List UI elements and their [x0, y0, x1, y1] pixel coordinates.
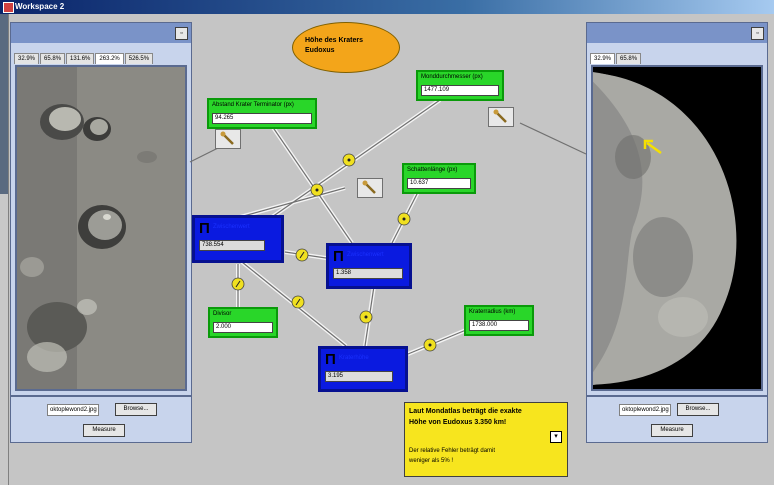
- input-value-field[interactable]: 1738.000: [469, 320, 529, 331]
- title-line-2: Eudoxus: [305, 47, 335, 54]
- download-icon[interactable]: ▾: [550, 431, 562, 443]
- formula-icon: Π: [333, 248, 344, 265]
- input-value-field[interactable]: 10.637: [407, 178, 471, 189]
- note-line-4: weniger als 5% !: [409, 458, 454, 464]
- result-box-2[interactable]: Π Zwischenwert 1.358: [326, 243, 412, 289]
- formula-icon: Π: [325, 351, 336, 368]
- title-ellipse: Höhe des Kraters Eudoxus: [292, 22, 400, 73]
- result-label: Zwischenwert: [213, 224, 250, 230]
- measure-tool-icon[interactable]: [357, 178, 383, 198]
- input-monddurchmesser[interactable]: Monddurchmesser (px) 1477.109: [416, 70, 504, 101]
- result-label: Kraterhöhe: [339, 355, 369, 361]
- input-value-field[interactable]: 1477.109: [421, 85, 499, 96]
- result-note: Laut Mondatlas beträgt die exakte Höhe v…: [404, 402, 568, 477]
- input-label: Kraterradius (km): [469, 309, 516, 315]
- result-value: 1.358: [333, 268, 403, 279]
- note-line-3: Der relative Fehler beträgt damit: [409, 448, 496, 454]
- input-divisor[interactable]: Divisor 2.000: [208, 307, 278, 338]
- formula-icon: Π: [199, 220, 210, 237]
- input-kraterradius[interactable]: Kraterradius (km) 1738.000: [464, 305, 534, 336]
- result-label: Zwischenwert: [347, 252, 384, 258]
- result-value: 3.195: [325, 371, 393, 382]
- input-label: Abstand Krater Terminator (px): [212, 102, 294, 108]
- input-value-field[interactable]: 2.000: [213, 322, 273, 333]
- title-line-1: Höhe des Kraters: [305, 37, 363, 44]
- result-value: 738.554: [199, 240, 265, 251]
- input-value-field[interactable]: 94.265: [212, 113, 312, 124]
- measure-tool-icon[interactable]: [215, 129, 241, 149]
- input-label: Schattenlänge (px): [407, 167, 458, 173]
- result-box-3[interactable]: Π Kraterhöhe 3.195: [318, 346, 408, 392]
- note-line-1: Laut Mondatlas beträgt die exakte: [409, 408, 522, 415]
- note-line-2: Höhe von Eudoxus 3.350 km!: [409, 419, 507, 426]
- input-schattenlaenge[interactable]: Schattenlänge (px) 10.637: [402, 163, 476, 194]
- input-label: Divisor: [213, 311, 232, 317]
- measure-tool-icon[interactable]: [488, 107, 514, 127]
- input-abstand[interactable]: Abstand Krater Terminator (px) 94.265: [207, 98, 317, 129]
- input-label: Monddurchmesser (px): [421, 74, 483, 80]
- result-box-1[interactable]: Π Zwischenwert 738.554: [192, 215, 284, 263]
